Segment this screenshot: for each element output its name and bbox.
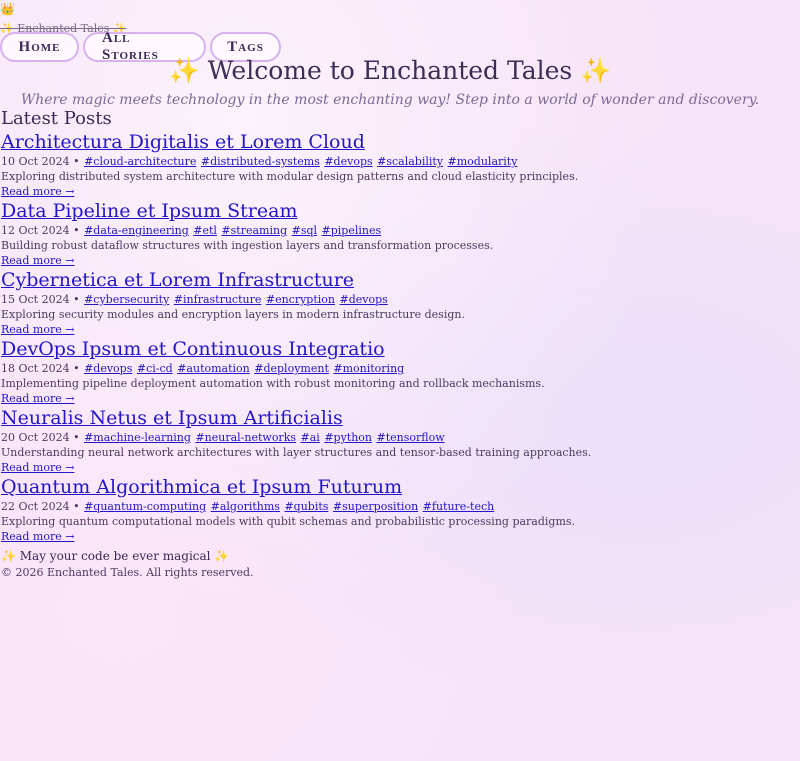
post-date: 18 Oct 2024 xyxy=(1,362,70,375)
post-description: Exploring distributed system architectur… xyxy=(1,170,579,183)
post-item: Cybernetica et Lorem Infrastructure 15 Oc… xyxy=(1,269,761,338)
tag-link[interactable]: #automation xyxy=(177,362,250,375)
tag-link[interactable]: #neural-networks xyxy=(195,431,296,444)
post-description: Implementing pipeline deployment automat… xyxy=(1,377,545,390)
post-item: Data Pipeline et Ipsum Stream 12 Oct 2024… xyxy=(1,200,761,269)
meta-separator: • xyxy=(69,431,84,444)
post-meta: 10 Oct 2024 • #cloud-architecture #distr… xyxy=(1,154,761,170)
meta-separator: • xyxy=(69,224,84,237)
post-description: Exploring quantum computational models w… xyxy=(1,515,576,528)
tag-link[interactable]: #tensorflow xyxy=(377,431,445,444)
post-title-link[interactable]: Neuralis Netus et Ipsum Artificialis xyxy=(1,407,761,430)
meta-separator: • xyxy=(69,500,84,513)
post-item: Architectura Digitalis et Lorem Cloud 10 … xyxy=(1,131,761,200)
tag-link[interactable]: #ai xyxy=(301,431,320,444)
post-meta: 12 Oct 2024 • #data-engineering #etl #st… xyxy=(1,223,761,239)
post-item: Quantum Algorithmica et Ipsum Futurum 22 … xyxy=(1,476,761,545)
post-date: 15 Oct 2024 xyxy=(1,293,70,306)
crown-icon: 👑 xyxy=(0,2,15,16)
tag-link[interactable]: #qubits xyxy=(284,500,328,513)
post-date: 22 Oct 2024 xyxy=(1,500,70,513)
tag-link[interactable]: #infrastructure xyxy=(174,293,262,306)
tag-link[interactable]: #streaming xyxy=(221,224,287,237)
post-date: 10 Oct 2024 xyxy=(1,155,70,168)
post-meta: 18 Oct 2024 • #devops #ci-cd #automation… xyxy=(1,361,761,377)
read-more-link[interactable]: Read more → xyxy=(1,460,761,476)
tag-link[interactable]: #modularity xyxy=(448,155,518,168)
post-item: Neuralis Netus et Ipsum Artificialis 20 O… xyxy=(1,407,761,476)
tag-link[interactable]: #cybersecurity xyxy=(84,293,169,306)
post-list: Architectura Digitalis et Lorem Cloud 10 … xyxy=(1,131,761,545)
tag-link[interactable]: #superposition xyxy=(333,500,418,513)
tag-link[interactable]: #encryption xyxy=(266,293,335,306)
hero-subtitle: Where magic meets technology in the most… xyxy=(20,92,760,108)
read-more-link[interactable]: Read more → xyxy=(1,529,761,545)
hero: ✨ Welcome to Enchanted Tales ✨ Where mag… xyxy=(0,56,780,108)
tag-link[interactable]: #etl xyxy=(193,224,217,237)
post-title-link[interactable]: Architectura Digitalis et Lorem Cloud xyxy=(1,131,761,154)
main-content: Latest Posts Architectura Digitalis et L… xyxy=(1,108,761,581)
footer-tagline: ✨ May your code be ever magical ✨ xyxy=(1,549,230,563)
post-date: 20 Oct 2024 xyxy=(1,431,70,444)
post-title-link[interactable]: Data Pipeline et Ipsum Stream xyxy=(1,200,761,223)
page: 👑 ✨ Enchanted Tales ✨ Home All Stories T… xyxy=(0,0,760,579)
tag-link[interactable]: #sql xyxy=(292,224,317,237)
tag-link[interactable]: #pipelines xyxy=(322,224,382,237)
read-more-link[interactable]: Read more → xyxy=(1,253,761,269)
post-title-link[interactable]: Cybernetica et Lorem Infrastructure xyxy=(1,269,761,292)
post-description: Understanding neural network architectur… xyxy=(1,446,592,459)
post-meta: 22 Oct 2024 • #quantum-computing #algori… xyxy=(1,499,761,515)
post-date: 12 Oct 2024 xyxy=(1,224,70,237)
post-description: Exploring security modules and encryptio… xyxy=(1,308,465,321)
tag-link[interactable]: #distributed-systems xyxy=(201,155,320,168)
meta-separator: • xyxy=(69,155,84,168)
meta-separator: • xyxy=(69,293,84,306)
read-more-link[interactable]: Read more → xyxy=(1,184,761,200)
footer-copyright: © 2026 Enchanted Tales. All rights reser… xyxy=(1,566,254,579)
post-meta: 15 Oct 2024 • #cybersecurity #infrastruc… xyxy=(1,292,761,308)
tag-link[interactable]: #machine-learning xyxy=(84,431,191,444)
tag-link[interactable]: #quantum-computing xyxy=(84,500,206,513)
tag-link[interactable]: #devops xyxy=(324,155,372,168)
post-title-link[interactable]: Quantum Algorithmica et Ipsum Futurum xyxy=(1,476,761,499)
tag-link[interactable]: #devops xyxy=(84,362,132,375)
tag-link[interactable]: #monitoring xyxy=(333,362,404,375)
tag-link[interactable]: #data-engineering xyxy=(84,224,189,237)
tag-link[interactable]: #python xyxy=(324,431,372,444)
tag-link[interactable]: #algorithms xyxy=(211,500,280,513)
tag-link[interactable]: #scalability xyxy=(377,155,443,168)
post-description: Building robust dataflow structures with… xyxy=(1,239,494,252)
tag-link[interactable]: #deployment xyxy=(254,362,329,375)
meta-separator: • xyxy=(69,362,84,375)
post-item: DevOps Ipsum et Continuous Integratio 18 … xyxy=(1,338,761,407)
tag-link[interactable]: #ci-cd xyxy=(137,362,173,375)
read-more-link[interactable]: Read more → xyxy=(1,322,761,338)
post-meta: 20 Oct 2024 • #machine-learning #neural-… xyxy=(1,430,761,446)
tag-link[interactable]: #cloud-architecture xyxy=(84,155,196,168)
tag-link[interactable]: #devops xyxy=(340,293,388,306)
latest-posts-heading: Latest Posts xyxy=(1,108,112,129)
tag-link[interactable]: #future-tech xyxy=(423,500,495,513)
read-more-link[interactable]: Read more → xyxy=(1,391,761,407)
hero-title: ✨ Welcome to Enchanted Tales ✨ xyxy=(168,56,612,85)
post-title-link[interactable]: DevOps Ipsum et Continuous Integratio xyxy=(1,338,761,361)
